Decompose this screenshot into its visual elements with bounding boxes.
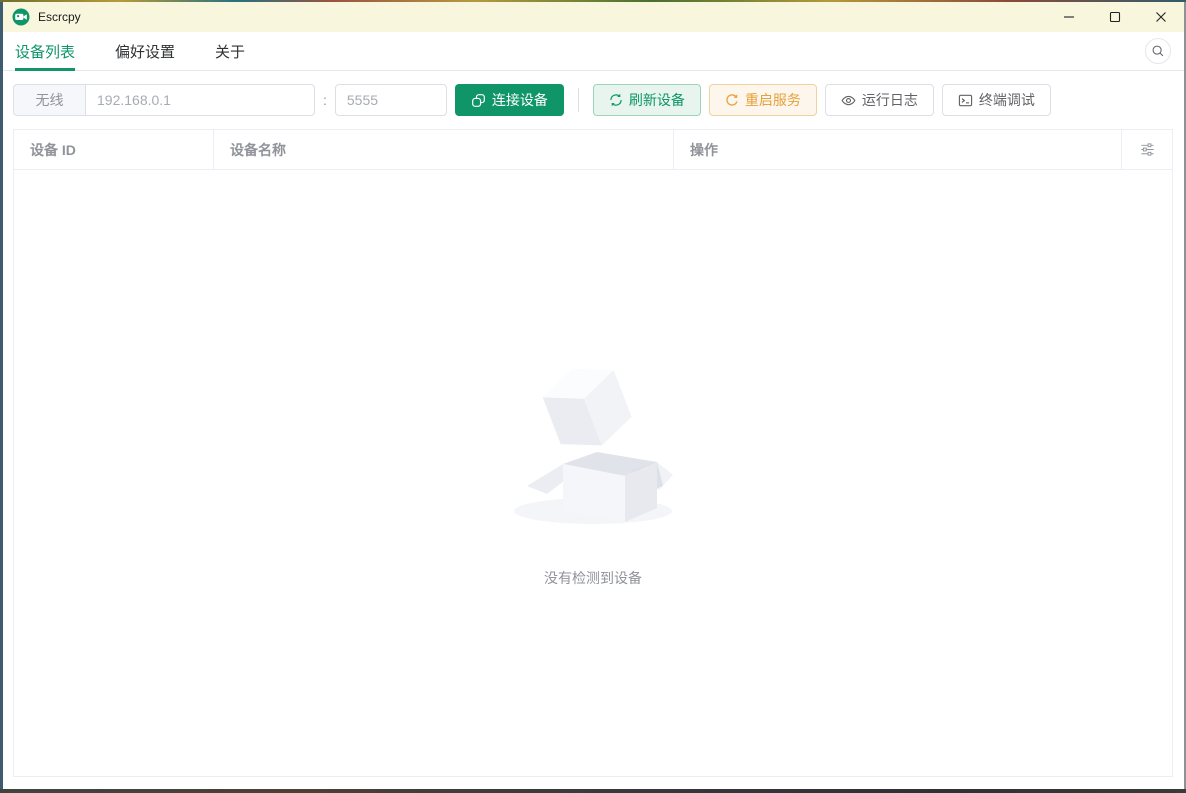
close-button[interactable] [1138,2,1184,32]
tab-bar: 设备列表 偏好设置 关于 [3,32,1184,71]
toolbar-actions: 刷新设备 重启服务 运行日志 终端调试 [592,84,1051,116]
sliders-icon [1140,142,1155,157]
table-header: 设备 ID 设备名称 操作 [14,130,1172,170]
minimize-button[interactable] [1046,2,1092,32]
column-header-operations: 操作 [674,130,1122,169]
window-top-edge [0,0,1186,2]
window-bottom-edge [0,789,1186,793]
maximize-icon [1109,11,1121,23]
tab-about-label: 关于 [215,43,246,61]
search-icon [1151,44,1165,58]
tab-device-list[interactable]: 设备列表 [15,32,76,71]
link-icon [471,93,486,108]
device-table: 设备 ID 设备名称 操作 没有检测到设备 [13,129,1173,777]
close-icon [1155,11,1167,23]
main-surface: 设备列表 偏好设置 关于 无线 : [3,32,1184,789]
column-header-device-name: 设备名称 [214,130,674,169]
minimize-icon [1063,11,1075,23]
terminal-debug-label: 终端调试 [978,92,1035,108]
column-settings-button[interactable] [1122,130,1172,169]
titlebar: Escrcpy [3,2,1184,32]
refresh-devices-button[interactable]: 刷新设备 [592,84,701,116]
search-button[interactable] [1145,38,1171,64]
port-input[interactable] [334,84,447,116]
run-logs-label: 运行日志 [861,92,918,108]
tab-preferences-label: 偏好设置 [115,43,176,61]
tab-about[interactable]: 关于 [215,32,245,70]
connection-toolbar: 无线 : 连接设备 [13,84,1174,116]
connect-device-button[interactable]: 连接设备 [454,84,564,116]
refresh-icon [609,93,623,107]
restart-service-button[interactable]: 重启服务 [708,84,817,116]
run-logs-button[interactable]: 运行日志 [824,84,934,116]
column-header-device-id: 设备 ID [14,130,214,169]
window-left-edge [0,2,3,793]
tab-preferences[interactable]: 偏好设置 [115,32,175,70]
eye-icon [841,93,856,108]
restart-icon [725,93,739,107]
tab-device-list-label: 设备列表 [15,43,76,61]
toolbar-divider [577,88,579,112]
ip-address-input[interactable] [85,84,315,116]
maximize-button[interactable] [1092,2,1138,32]
terminal-debug-button[interactable]: 终端调试 [941,84,1051,116]
app-window: Escrcpy 设备列表 偏好设置 关于 无线 192.168.0.1: 55… [0,0,1186,793]
window-controls [1046,2,1184,32]
table-empty-body: 没有检测到设备 [14,170,1172,776]
connect-device-label: 连接设备 [491,92,548,108]
app-logo-icon [12,8,30,26]
empty-box-illustration [513,358,673,526]
ip-port-separator: : [323,92,327,108]
restart-service-label: 重启服务 [744,92,801,108]
wireless-label: 无线 [13,84,85,116]
refresh-devices-label: 刷新设备 [628,92,685,108]
window-title: Escrcpy [38,10,81,24]
empty-state-text: 没有检测到设备 [544,570,642,586]
terminal-icon [958,93,973,108]
